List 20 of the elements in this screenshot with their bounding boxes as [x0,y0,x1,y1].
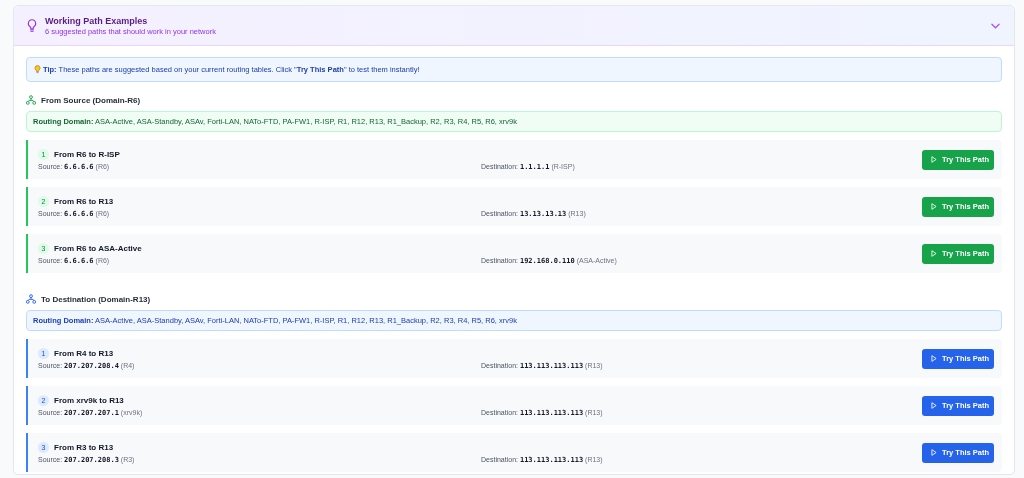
path-title: From R6 to R13 [54,196,114,206]
section-heading: To Destination (Domain-R13) [41,294,151,304]
network-icon [26,294,36,304]
panel-title: Working Path Examples [45,15,149,26]
network-icon [26,95,36,105]
chevron-icon[interactable] [991,22,1000,29]
play-icon [931,355,937,362]
path-title: From R6 to R-ISP [54,149,120,159]
lightbulb-icon [27,19,37,32]
path-title: From xrv9k to R13 [54,395,124,405]
path-title: From R3 to R13 [54,442,114,452]
play-icon [931,250,937,257]
play-icon [931,203,937,210]
play-icon [931,156,937,163]
path-title: From R6 to ASA-Active [54,243,142,253]
play-icon [931,449,937,456]
section-heading: From Source (Domain-R6) [41,95,141,105]
lightbulb-icon [34,65,41,74]
play-icon [931,402,937,409]
path-title: From R4 to R13 [54,348,114,358]
